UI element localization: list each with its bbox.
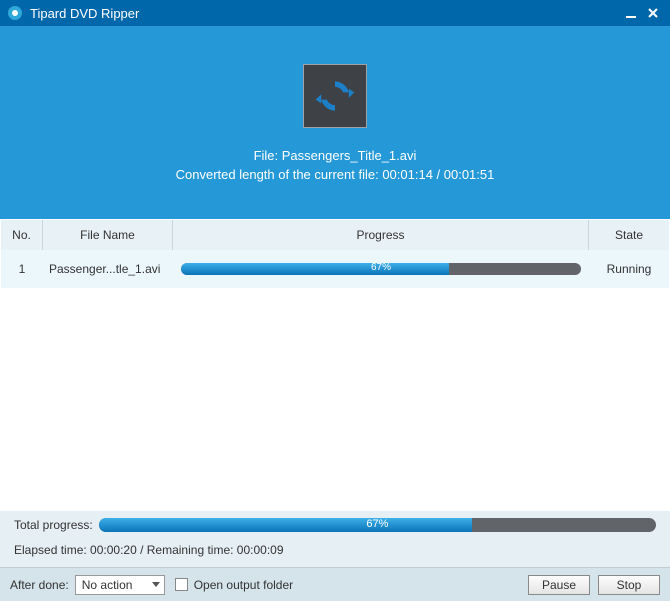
bottom-toolbar: After done: No action Open output folder…	[0, 567, 670, 601]
app-logo-icon	[8, 6, 22, 20]
row-filename: Passenger...tle_1.avi	[43, 262, 173, 276]
after-done-select[interactable]: No action	[75, 575, 165, 595]
current-file-progress-label: Converted length of the current file: 00…	[176, 167, 495, 182]
minimize-button[interactable]	[620, 2, 642, 24]
after-done-value: No action	[82, 578, 133, 592]
convert-icon	[303, 64, 367, 128]
row-number: 1	[1, 262, 43, 276]
col-header-progress: Progress	[173, 220, 589, 250]
total-progress-label: Total progress:	[14, 518, 93, 532]
open-output-label: Open output folder	[194, 578, 293, 592]
total-progressbar-label: 67%	[99, 518, 656, 530]
pause-button[interactable]: Pause	[528, 575, 590, 595]
current-file-label: File: Passengers_Title_1.avi	[254, 148, 417, 163]
chevron-down-icon	[152, 582, 160, 587]
table-header: No. File Name Progress State	[1, 220, 669, 250]
close-button[interactable]	[642, 2, 664, 24]
col-header-filename: File Name	[43, 220, 173, 250]
total-progressbar: 67%	[99, 518, 656, 532]
table-row[interactable]: 1 Passenger...tle_1.avi 67% Running	[1, 250, 669, 288]
file-table: No. File Name Progress State 1 Passenger…	[0, 219, 670, 511]
row-progressbar: 67%	[181, 263, 581, 275]
time-info: Elapsed time: 00:00:20 / Remaining time:…	[0, 539, 670, 567]
table-empty-area	[1, 288, 669, 510]
stop-button[interactable]: Stop	[598, 575, 660, 595]
app-title: Tipard DVD Ripper	[30, 6, 139, 21]
col-header-no: No.	[1, 220, 43, 250]
open-output-checkbox[interactable]	[175, 578, 188, 591]
after-done-label: After done:	[10, 578, 69, 592]
hero-panel: File: Passengers_Title_1.avi Converted l…	[0, 26, 670, 219]
titlebar: Tipard DVD Ripper	[0, 0, 670, 26]
row-progress: 67%	[173, 263, 589, 275]
footer-panel: Total progress: 67% Elapsed time: 00:00:…	[0, 511, 670, 567]
row-state: Running	[589, 262, 669, 276]
col-header-state: State	[589, 220, 669, 250]
row-progressbar-label: 67%	[181, 263, 581, 273]
